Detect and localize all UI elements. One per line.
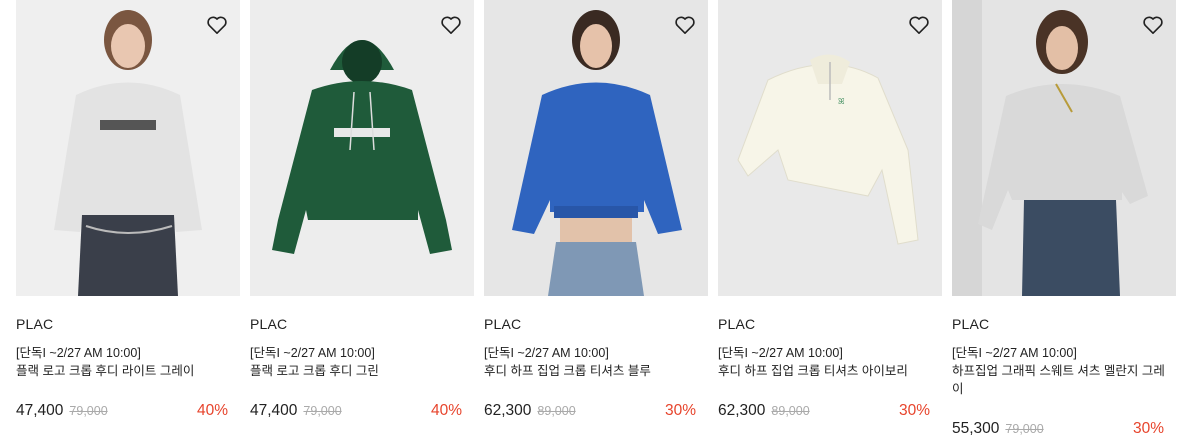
product-name[interactable]: [단독I ~2/27 AM 10:00] 플랙 로고 크롭 후디 그린: [250, 344, 468, 380]
brand-name[interactable]: PLAC: [250, 316, 287, 332]
price-row: 47,400 79,000 40%: [16, 402, 228, 420]
wishlist-heart-icon[interactable]: [438, 12, 464, 38]
sale-price: 47,400: [16, 402, 64, 419]
product-tag: [단독I ~2/27 AM 10:00]: [484, 346, 609, 360]
original-price: 79,000: [303, 404, 342, 418]
price-row: 55,300 79,000 30%: [952, 420, 1164, 438]
price-row: 47,400 79,000 40%: [250, 402, 462, 420]
product-photo-hoodie-gray-model: [16, 0, 240, 296]
wishlist-heart-icon[interactable]: [204, 12, 230, 38]
product-card[interactable]: PLAC [단독I ~2/27 AM 10:00] 플랙 로고 크롭 후디 라이…: [16, 0, 240, 434]
product-card[interactable]: ꕤ PLAC [단독I ~2/27 AM 10:00] 후디 하프 집업 크롭 …: [718, 0, 942, 434]
price-row: 62,300 89,000 30%: [718, 402, 930, 420]
product-name[interactable]: [단독I ~2/27 AM 10:00] 플랙 로고 크롭 후디 라이트 그레이: [16, 344, 234, 380]
product-title: 플랙 로고 크롭 후디 라이트 그레이: [16, 364, 195, 378]
discount-rate: 40%: [430, 402, 462, 419]
wishlist-heart-icon[interactable]: [906, 12, 932, 38]
sale-price: 62,300: [484, 402, 532, 419]
product-tag: [단독I ~2/27 AM 10:00]: [16, 346, 141, 360]
brand-name[interactable]: PLAC: [484, 316, 521, 332]
product-title: 플랙 로고 크롭 후디 그린: [250, 364, 379, 378]
discount-rate: 40%: [196, 402, 228, 419]
product-card[interactable]: PLAC [단독I ~2/27 AM 10:00] 후디 하프 집업 크롭 티셔…: [484, 0, 708, 434]
product-tag: [단독I ~2/27 AM 10:00]: [952, 346, 1077, 360]
wishlist-heart-icon[interactable]: [1140, 12, 1166, 38]
sale-price: 55,300: [952, 420, 1000, 437]
original-price: 89,000: [771, 404, 810, 418]
product-card[interactable]: PLAC [단독I ~2/27 AM 10:00] 하프집업 그래픽 스웨트 셔…: [952, 0, 1176, 437]
product-name[interactable]: [단독I ~2/27 AM 10:00] 후디 하프 집업 크롭 티셔츠 블루: [484, 344, 702, 380]
wishlist-heart-icon[interactable]: [672, 12, 698, 38]
product-name[interactable]: [단독I ~2/27 AM 10:00] 하프집업 그래픽 스웨트 셔츠 멜란지…: [952, 344, 1170, 398]
product-name[interactable]: [단독I ~2/27 AM 10:00] 후디 하프 집업 크롭 티셔츠 아이보…: [718, 344, 936, 380]
sale-price: 47,400: [250, 402, 298, 419]
product-photo-halfzip-ivory: ꕤ: [718, 0, 942, 296]
brand-name[interactable]: PLAC: [952, 316, 989, 332]
product-title: 후디 하프 집업 크롭 티셔츠 블루: [484, 364, 651, 378]
product-tag: [단독I ~2/27 AM 10:00]: [718, 346, 843, 360]
price-row: 62,300 89,000 30%: [484, 402, 696, 420]
original-price: 79,000: [69, 404, 108, 418]
product-grid: PLAC [단독I ~2/27 AM 10:00] 플랙 로고 크롭 후디 라이…: [16, 0, 1176, 437]
original-price: 89,000: [537, 404, 576, 418]
brand-name[interactable]: PLAC: [718, 316, 755, 332]
product-title: 후디 하프 집업 크롭 티셔츠 아이보리: [718, 364, 908, 378]
product-card[interactable]: PLAC [단독I ~2/27 AM 10:00] 플랙 로고 크롭 후디 그린…: [250, 0, 474, 434]
product-image[interactable]: [952, 0, 1176, 296]
svg-text:ꕤ: ꕤ: [838, 97, 845, 106]
discount-rate: 30%: [898, 402, 930, 419]
brand-name[interactable]: PLAC: [16, 316, 53, 332]
product-image[interactable]: [16, 0, 240, 296]
product-photo-halfzip-melange-model: [952, 0, 1176, 296]
product-tag: [단독I ~2/27 AM 10:00]: [250, 346, 375, 360]
sale-price: 62,300: [718, 402, 766, 419]
product-image[interactable]: ꕤ: [718, 0, 942, 296]
product-photo-halfzip-blue-model: [484, 0, 708, 296]
product-photo-hoodie-green: [250, 0, 474, 296]
product-title: 하프집업 그래픽 스웨트 셔츠 멜란지 그레이: [952, 364, 1165, 396]
product-image[interactable]: [250, 0, 474, 296]
discount-rate: 30%: [664, 402, 696, 419]
discount-rate: 30%: [1132, 420, 1164, 437]
product-image[interactable]: [484, 0, 708, 296]
